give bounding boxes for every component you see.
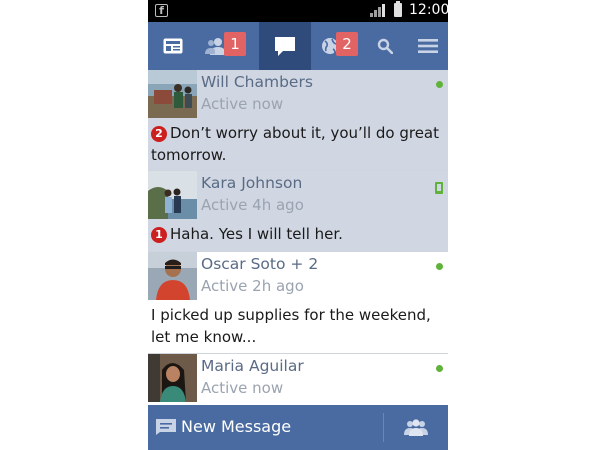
avatar — [148, 252, 197, 300]
avatar — [148, 354, 197, 402]
notifications-badge: 2 — [336, 32, 358, 56]
message-preview: I picked up supplies for the weekend, le… — [151, 306, 431, 346]
nav-news-feed[interactable] — [148, 22, 198, 70]
menu-icon — [418, 39, 438, 53]
conversation-row[interactable]: Will Chambers Active now 2 Don’t worry ab… — [148, 70, 448, 171]
online-indicator-icon — [436, 81, 443, 88]
compose-icon — [156, 419, 176, 435]
conversation-row[interactable]: Maria Aguilar Active now — [148, 354, 448, 406]
clock: 12:00 — [409, 2, 448, 18]
unread-count-badge: 1 — [151, 227, 167, 243]
messages-icon — [275, 37, 295, 56]
message-text: Don’t worry about it, you’ll do great to… — [151, 124, 440, 164]
online-indicator-icon — [436, 365, 443, 372]
friend-requests-badge: 1 — [224, 32, 246, 56]
signal-icon — [370, 4, 388, 17]
conversation-row[interactable]: Oscar Soto + 2 Active 2h ago I picked up… — [148, 252, 448, 354]
nav-messages[interactable] — [259, 22, 311, 70]
mobile-icon — [435, 182, 443, 194]
presence-status: Active now — [201, 379, 284, 397]
news-feed-icon — [163, 38, 183, 54]
status-bar: f 12:00 — [148, 0, 448, 22]
facebook-notification-icon: f — [155, 4, 168, 17]
presence-status: Active 4h ago — [201, 196, 304, 214]
group-icon — [404, 419, 428, 436]
phone-screen: f 12:00 1 2 Will Chambers Active now 2 D… — [148, 0, 448, 450]
top-nav-bar: 1 2 — [148, 22, 448, 70]
contact-name: Oscar Soto + 2 — [201, 255, 319, 273]
bottom-bar: New Message — [148, 405, 448, 450]
new-message-label: New Message — [181, 417, 292, 436]
nav-menu[interactable] — [403, 22, 448, 70]
battery-icon — [394, 1, 402, 17]
online-indicator-icon — [436, 263, 443, 270]
conversation-list: Will Chambers Active now 2 Don’t worry ab… — [148, 70, 448, 406]
presence-status: Active now — [201, 95, 284, 113]
contact-name: Maria Aguilar — [201, 357, 304, 375]
message-preview: 1 Haha. Yes I will tell her. — [151, 223, 441, 245]
conversation-row[interactable]: Kara Johnson Active 4h ago 1 Haha. Yes I … — [148, 171, 448, 252]
avatar — [148, 171, 197, 219]
presence-status: Active 2h ago — [201, 277, 304, 295]
nav-notifications[interactable]: 2 — [311, 22, 361, 70]
unread-count-badge: 2 — [151, 126, 167, 142]
search-icon — [377, 38, 393, 54]
avatar — [148, 70, 197, 118]
message-preview: 2 Don’t worry about it, you’ll do great t… — [151, 122, 441, 166]
contact-name: Kara Johnson — [201, 174, 303, 192]
nav-friend-requests[interactable]: 1 — [198, 22, 248, 70]
new-message-button[interactable]: New Message — [148, 405, 383, 450]
message-text: Haha. Yes I will tell her. — [170, 225, 343, 243]
new-group-button[interactable] — [384, 405, 448, 450]
contact-name: Will Chambers — [201, 73, 313, 91]
